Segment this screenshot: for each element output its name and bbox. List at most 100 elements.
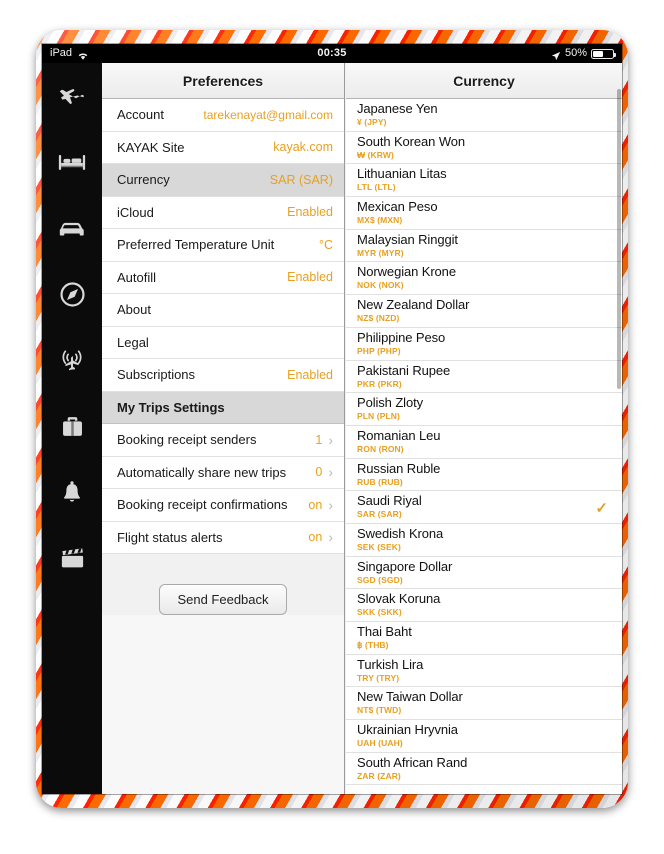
pref-label: About xyxy=(117,302,151,318)
currency-row[interactable]: Malaysian Ringgit MYR (MYR) xyxy=(346,229,622,263)
currency-row[interactable]: Polish Zloty PLN (PLN) xyxy=(346,393,622,426)
currency-code: RUB (RUB) xyxy=(357,476,403,487)
currency-name: Mexican Peso xyxy=(357,199,438,215)
currency-code: SAR (SAR) xyxy=(357,509,402,520)
check-icon: ✓ xyxy=(595,500,608,518)
currency-name: Romanian Leu xyxy=(357,427,441,443)
rail-item-deals[interactable] xyxy=(42,525,102,591)
pref-value: 0 xyxy=(315,465,323,480)
currency-row[interactable]: Lithuanian Litas LTL (LTL) xyxy=(346,164,622,198)
currency-list[interactable]: Japanese Yen ¥ (JPY) South Korean Won ₩ (KR… xyxy=(346,99,622,786)
pref-value: kayak.com xyxy=(273,140,333,155)
currency-row[interactable]: Norwegian Krone NOK (NOK) xyxy=(346,262,622,296)
pref-row-auto-share-new-trips[interactable]: Automatically share new trips 0 › xyxy=(102,456,344,489)
currency-name: Swedish Krona xyxy=(357,525,444,541)
currency-row[interactable]: Mexican Peso MX$ (MXN) xyxy=(346,197,622,230)
pref-row-icloud[interactable]: iCloud Enabled xyxy=(102,196,344,229)
currency-name: Pakistani Rupee xyxy=(357,362,451,378)
currency-row[interactable]: Singapore Dollar SGD (SGD) xyxy=(346,556,622,590)
rail-item-cars[interactable] xyxy=(42,195,102,261)
currency-row[interactable]: Pakistani Rupee PKR (PKR) xyxy=(346,360,622,394)
currency-row[interactable]: Ukrainian Hryvnia UAH (UAH) xyxy=(346,720,622,753)
rail-spacer xyxy=(42,591,102,781)
pref-row-about[interactable]: About xyxy=(102,294,344,327)
currency-code: LTL (LTL) xyxy=(357,182,396,193)
preferences-list: Account tarekenayat@gmail.com KAYAK Site… xyxy=(102,99,344,392)
pref-row-autofill[interactable]: Autofill Enabled xyxy=(102,261,344,294)
pref-row-legal[interactable]: Legal xyxy=(102,326,344,359)
currency-row[interactable]: Saudi Riyal SAR (SAR) ✓ xyxy=(346,491,622,524)
currency-code: ¥ (JPY) xyxy=(357,117,387,127)
currency-row[interactable]: Swedish Krona SEK (SEK) xyxy=(346,523,622,557)
currency-row[interactable]: Philippine Peso PHP (PHP) xyxy=(346,327,622,361)
currency-code: NZ$ (NZD) xyxy=(357,313,400,324)
rail-item-hotels[interactable] xyxy=(42,129,102,195)
currency-code: MX$ (MXN) xyxy=(357,215,403,226)
pref-label: Currency xyxy=(117,172,170,188)
currency-row[interactable]: South African Rand ZAR (ZAR) xyxy=(346,752,622,786)
bed-icon xyxy=(58,151,86,173)
rail-item-flights[interactable] xyxy=(42,63,102,129)
pref-value: on xyxy=(308,497,323,512)
pref-label: Account xyxy=(117,107,164,123)
pref-label: Booking receipt confirmations xyxy=(117,497,288,513)
battery-icon xyxy=(591,48,616,59)
pref-row-kayak-site[interactable]: KAYAK Site kayak.com xyxy=(102,131,344,164)
currency-code: SEK (SEK) xyxy=(357,541,401,552)
currency-row[interactable]: Slovak Koruna SKK (SKK) xyxy=(346,589,622,622)
chevron-right-icon: › xyxy=(328,496,333,513)
briefcase-icon xyxy=(60,414,85,439)
currency-name: South African Rand xyxy=(357,754,468,770)
rail-item-flight-tracker[interactable] xyxy=(42,327,102,393)
pref-row-booking-receipt-senders[interactable]: Booking receipt senders 1 › xyxy=(102,424,344,457)
currency-row[interactable]: South Korean Won ₩ (KRW) xyxy=(346,131,622,165)
currency-name: Saudi Riyal xyxy=(357,493,422,509)
pref-row-currency[interactable]: Currency SAR (SAR) xyxy=(102,164,344,197)
send-feedback-button[interactable]: Send Feedback xyxy=(159,584,287,615)
pref-row-account[interactable]: Account tarekenayat@gmail.com xyxy=(102,99,344,132)
currency-name: South Korean Won xyxy=(357,133,466,149)
location-arrow-icon xyxy=(551,49,561,60)
pref-row-subscriptions[interactable]: Subscriptions Enabled xyxy=(102,359,344,392)
rail-item-settings[interactable] xyxy=(42,781,102,794)
pref-row-booking-receipt-confirmations[interactable]: Booking receipt confirmations on › xyxy=(102,489,344,522)
rail-item-my-trips[interactable] xyxy=(42,393,102,459)
pref-row-temperature-unit[interactable]: Preferred Temperature Unit °C xyxy=(102,229,344,262)
radar-plane-icon xyxy=(57,347,87,374)
currency-row[interactable]: Japanese Yen ¥ (JPY) xyxy=(346,99,622,132)
status-bar: iPad 00:35 50% xyxy=(42,44,622,63)
currency-row[interactable]: New Zealand Dollar NZ$ (NZD) xyxy=(346,295,622,328)
currency-row[interactable]: Thai Baht ฿ (THB) xyxy=(346,622,622,655)
currency-scrollbar[interactable] xyxy=(617,89,621,389)
currency-name: Thai Baht xyxy=(357,624,412,639)
currency-panel: Currency Japanese Yen ¥ (JPY) South Korean… xyxy=(346,63,622,794)
currency-code: TRY (TRY) xyxy=(357,672,400,683)
currency-row[interactable]: Russian Ruble RUB (RUB) xyxy=(346,458,622,492)
airplane-icon xyxy=(58,82,86,110)
currency-name: Ukrainian Hryvnia xyxy=(357,722,458,738)
currency-row[interactable]: New Taiwan Dollar NT$ (TWD) xyxy=(346,687,622,721)
currency-name: Malaysian Ringgit xyxy=(357,231,458,247)
chevron-right-icon: › xyxy=(328,529,333,546)
currency-row[interactable]: Romanian Leu RON (RON) xyxy=(346,425,622,459)
currency-code: PKR (PKR) xyxy=(357,378,402,389)
pref-value: tarekenayat@gmail.com xyxy=(203,107,333,122)
currency-code: NT$ (TWD) xyxy=(357,705,402,716)
currency-name: New Zealand Dollar xyxy=(357,297,470,313)
pref-label: Legal xyxy=(117,334,149,350)
chevron-right-icon: › xyxy=(328,431,333,448)
pref-value: Enabled xyxy=(287,270,333,285)
currency-code: MYR (MYR) xyxy=(357,247,404,258)
pref-row-flight-status-alerts[interactable]: Flight status alerts on › xyxy=(102,521,344,554)
chevron-right-icon: › xyxy=(328,464,333,481)
pref-label: Flight status alerts xyxy=(117,529,223,545)
my-trips-settings-list: Booking receipt senders 1 › Automaticall… xyxy=(102,424,344,554)
compass-icon xyxy=(59,281,86,308)
currency-name: Slovak Koruna xyxy=(357,591,441,607)
rail-item-explore[interactable] xyxy=(42,261,102,327)
currency-code: PHP (PHP) xyxy=(357,345,401,356)
currency-row[interactable]: Turkish Lira TRY (TRY) xyxy=(346,654,622,688)
pref-value: 1 xyxy=(315,432,323,447)
pref-label: Subscriptions xyxy=(117,367,196,383)
rail-item-alerts[interactable] xyxy=(42,459,102,525)
